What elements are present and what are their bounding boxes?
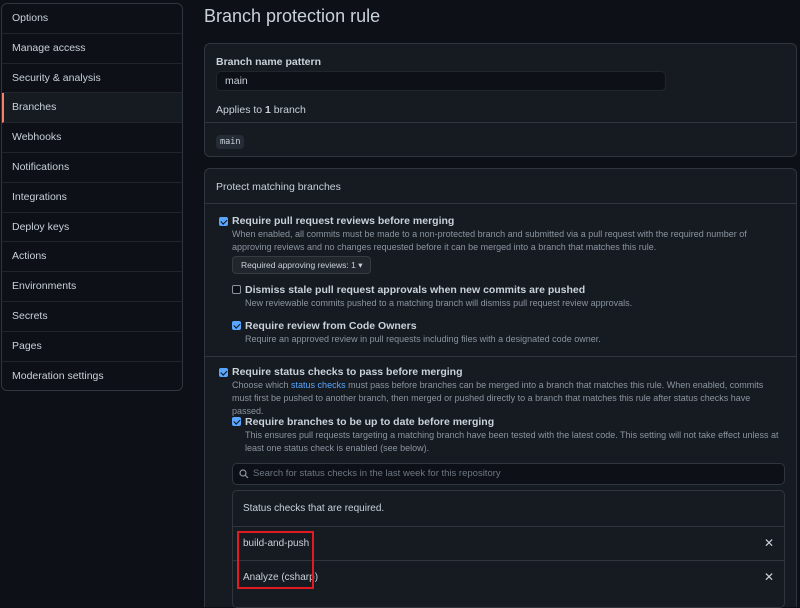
remove-check-icon[interactable]: ✕ xyxy=(764,570,774,584)
require-reviews-title: Require pull request reviews before merg… xyxy=(232,215,455,227)
require-reviews-checkbox[interactable] xyxy=(219,217,228,226)
sidebar-item-manage-access[interactable]: Manage access xyxy=(2,34,182,64)
search-placeholder: Search for status checks in the last wee… xyxy=(253,468,501,479)
sidebar-item-options[interactable]: Options xyxy=(2,4,182,34)
dismiss-stale-desc: New reviewable commits pushed to a match… xyxy=(245,298,633,308)
list-item: Analyze (csharp) ✕ xyxy=(233,560,784,595)
page-title: Branch protection rule xyxy=(204,6,381,26)
status-checks-link[interactable]: status checks xyxy=(291,380,346,390)
caret-down-icon: ▾ xyxy=(358,260,363,270)
required-reviews-dropdown[interactable]: Required approving reviews: 1 ▾ xyxy=(232,256,372,274)
status-checks-title: Require status checks to pass before mer… xyxy=(232,366,463,378)
require-reviews-desc: When enabled, all commits must be made t… xyxy=(232,229,747,252)
divider xyxy=(205,122,796,123)
remove-check-icon[interactable]: ✕ xyxy=(764,536,774,550)
status-checks-checkbox[interactable] xyxy=(219,368,228,377)
settings-sidebar: Options Manage access Security & analysi… xyxy=(1,3,183,391)
list-item: build-and-push ✕ xyxy=(233,526,784,561)
sidebar-item-security-analysis[interactable]: Security & analysis xyxy=(2,64,182,94)
applies-to-text: Applies to 1 branch xyxy=(216,104,306,116)
check-name: build-and-push xyxy=(243,538,310,549)
status-checks-desc: Choose which status checks must pass bef… xyxy=(232,380,764,416)
code-owners-desc: Require an approved review in pull reque… xyxy=(245,334,601,344)
sidebar-item-actions[interactable]: Actions xyxy=(2,242,182,273)
status-check-search-input[interactable]: Search for status checks in the last wee… xyxy=(232,463,785,485)
search-icon xyxy=(239,469,249,479)
sidebar-item-notifications[interactable]: Notifications xyxy=(2,153,182,183)
required-checks-header: Status checks that are required. xyxy=(243,503,385,514)
divider xyxy=(205,356,796,357)
up-to-date-title: Require branches to be up to date before… xyxy=(245,416,495,428)
sidebar-item-integrations[interactable]: Integrations xyxy=(2,183,182,213)
code-owners-title: Require review from Code Owners xyxy=(245,320,417,332)
sidebar-item-webhooks[interactable]: Webhooks xyxy=(2,123,182,153)
branch-pattern-input[interactable]: main xyxy=(216,71,666,91)
sidebar-item-environments[interactable]: Environments xyxy=(2,272,182,302)
matched-branch-code: main xyxy=(216,135,245,149)
check-name: Analyze (csharp) xyxy=(243,572,319,583)
branch-pattern-panel: Branch name pattern main Applies to 1 br… xyxy=(204,43,797,157)
protect-header-title: Protect matching branches xyxy=(216,181,341,193)
up-to-date-desc: This ensures pull requests targeting a m… xyxy=(245,430,779,453)
code-owners-checkbox[interactable] xyxy=(232,321,241,330)
protect-branches-panel: Protect matching branches Require pull r… xyxy=(204,168,797,608)
dismiss-stale-checkbox[interactable] xyxy=(232,285,241,294)
sidebar-item-secrets[interactable]: Secrets xyxy=(2,302,182,332)
branch-pattern-label: Branch name pattern xyxy=(216,56,322,68)
sidebar-item-branches[interactable]: Branches xyxy=(2,93,182,124)
up-to-date-checkbox[interactable] xyxy=(232,417,241,426)
sidebar-item-pages[interactable]: Pages xyxy=(2,332,182,362)
sidebar-item-deploy-keys[interactable]: Deploy keys xyxy=(2,213,182,243)
sidebar-item-moderation-settings[interactable]: Moderation settings xyxy=(2,362,182,390)
protect-header: Protect matching branches xyxy=(205,169,796,204)
required-checks-list: Status checks that are required. build-a… xyxy=(232,490,785,608)
dismiss-stale-title: Dismiss stale pull request approvals whe… xyxy=(245,284,586,296)
